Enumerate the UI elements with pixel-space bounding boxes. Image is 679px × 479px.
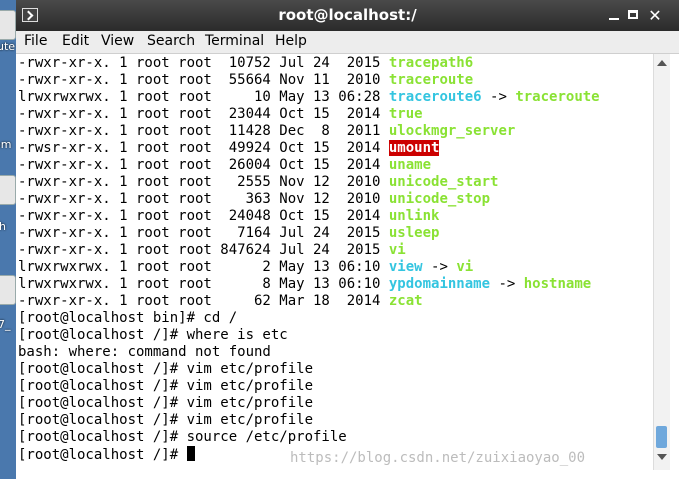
symlink-target: vi: [456, 259, 474, 275]
file-metadata: -rwxr-xr-x. 1 root root 363 Nov 12 2010: [18, 191, 389, 207]
trash-icon[interactable]: [0, 175, 16, 205]
desktop-strip: ute om h 7_: [0, 0, 16, 479]
close-button[interactable]: ✕: [646, 7, 664, 24]
command-line: [root@localhost /]# vim etc/profile: [18, 378, 314, 394]
symlink-target: hostname: [523, 276, 592, 292]
file-metadata: -rwxr-xr-x. 1 root root 11428 Dec 8 2011: [18, 123, 389, 139]
file-name: usleep: [388, 225, 440, 241]
listing-row: -rwxr-xr-x. 1 root root 62 Mar 18 2014 z…: [18, 293, 423, 310]
file-metadata: -rwxr-xr-x. 1 root root 10752 Jul 24 201…: [18, 55, 389, 71]
terminal-window: root@localhost:/ ✕ File Edit View Search…: [16, 0, 679, 479]
desktop-label: ute: [0, 40, 16, 53]
listing-row: -rwxr-xr-x. 1 root root 847624 Jul 24 20…: [18, 242, 406, 259]
file-metadata: -rwxr-xr-x. 1 root root 23044 Oct 15 201…: [18, 106, 389, 122]
file-metadata: -rwxr-xr-x. 1 root root 2555 Nov 12 2010: [18, 174, 389, 190]
listing-row: lrwxrwxrwx. 1 root root 8 May 13 06:10 y…: [18, 276, 591, 293]
title-bar[interactable]: root@localhost:/ ✕: [16, 0, 679, 31]
symlink-arrow: ->: [490, 276, 524, 292]
file-metadata: lrwxrwxrwx. 1 root root 10 May 13 06:28: [18, 89, 389, 105]
file-name: uname: [388, 157, 432, 173]
menu-bar: File Edit View Search Terminal Help: [16, 31, 679, 54]
scrollbar-thumb[interactable]: [656, 426, 667, 448]
maximize-button[interactable]: [625, 7, 643, 24]
command-line: [root@localhost /]# vim etc/profile: [18, 361, 314, 377]
menu-help[interactable]: Help: [275, 33, 307, 49]
file-name: tracepath6: [388, 55, 474, 71]
file-name: unlink: [388, 208, 440, 224]
listing-row: -rwsr-xr-x. 1 root root 49924 Oct 15 201…: [18, 140, 440, 157]
prompt: [root@localhost /]#: [18, 447, 187, 463]
file-metadata: -rwxr-xr-x. 1 root root 7164 Jul 24 2015: [18, 225, 389, 241]
file-name: zcat: [388, 293, 423, 309]
file-metadata: lrwxrwxrwx. 1 root root 8 May 13 06:10: [18, 276, 389, 292]
listing-row: lrwxrwxrwx. 1 root root 10 May 13 06:28 …: [18, 89, 600, 106]
menu-edit[interactable]: Edit: [62, 33, 89, 49]
menu-search[interactable]: Search: [147, 33, 195, 49]
file-name: true: [388, 106, 423, 122]
text-cursor: [186, 446, 195, 461]
symlink-target: traceroute: [515, 89, 600, 105]
symlink-arrow: ->: [481, 89, 516, 105]
file-name: unicode_stop: [388, 191, 491, 207]
listing-row: lrwxrwxrwx. 1 root root 2 May 13 06:10 v…: [18, 259, 473, 276]
file-metadata: -rwxr-xr-x. 1 root root 55664 Nov 11 201…: [18, 72, 389, 88]
desktop-label: om: [0, 138, 12, 151]
file-name: ypdomainname: [388, 276, 491, 292]
file-name: unicode_start: [388, 174, 499, 190]
command-line: [root@localhost /]# vim etc/profile: [18, 412, 314, 428]
file-metadata: lrwxrwxrwx. 1 root root 2 May 13 06:10: [18, 259, 389, 275]
file-name: view: [388, 259, 423, 275]
file-metadata: -rwxr-xr-x. 1 root root 24048 Oct 15 201…: [18, 208, 389, 224]
file-name: traceroute6: [388, 89, 482, 105]
command-line: bash: where: command not found: [18, 344, 271, 360]
listing-row: -rwxr-xr-x. 1 root root 24048 Oct 15 201…: [18, 208, 439, 225]
file-name: ulockmgr_server: [388, 123, 516, 139]
desktop-label: h: [0, 220, 6, 233]
menu-terminal[interactable]: Terminal: [205, 33, 264, 49]
listing-row: -rwxr-xr-x. 1 root root 11428 Dec 8 2011…: [18, 123, 515, 140]
dvd-icon[interactable]: [0, 275, 16, 305]
command-line: [root@localhost /]# where is etc: [18, 327, 288, 343]
listing-row: -rwxr-xr-x. 1 root root 7164 Jul 24 2015…: [18, 225, 439, 242]
desktop-label: 7_: [0, 318, 11, 331]
watermark: https://blog.csdn.net/zuixiaoyao_00: [290, 450, 586, 466]
listing-row: -rwxr-xr-x. 1 root root 55664 Nov 11 201…: [18, 72, 473, 89]
prompt-line[interactable]: [root@localhost /]#: [18, 446, 195, 463]
command-line: [root@localhost /]# vim etc/profile: [18, 395, 314, 411]
file-metadata: -rwsr-xr-x. 1 root root 49924 Oct 15 201…: [18, 140, 389, 156]
listing-row: -rwxr-xr-x. 1 root root 23044 Oct 15 201…: [18, 106, 423, 123]
command-line: [root@localhost bin]# cd /: [18, 310, 238, 326]
vertical-scrollbar[interactable]: [653, 54, 670, 470]
scroll-up-arrow-icon[interactable]: [657, 60, 667, 66]
symlink-arrow: ->: [422, 259, 457, 275]
file-name: vi: [388, 242, 406, 258]
file-metadata: -rwxr-xr-x. 1 root root 847624 Jul 24 20…: [18, 242, 389, 258]
listing-row: -rwxr-xr-x. 1 root root 26004 Oct 15 201…: [18, 157, 431, 174]
listing-row: -rwxr-xr-x. 1 root root 10752 Jul 24 201…: [18, 55, 473, 72]
terminal-output[interactable]: -rwxr-xr-x. 1 root root 10752 Jul 24 201…: [16, 54, 653, 470]
window-title: root@localhost:/: [278, 6, 417, 24]
desktop-file-icon[interactable]: [0, 10, 16, 40]
file-metadata: -rwxr-xr-x. 1 root root 62 Mar 18 2014: [18, 293, 389, 309]
menu-view[interactable]: View: [101, 33, 134, 49]
file-metadata: -rwxr-xr-x. 1 root root 26004 Oct 15 201…: [18, 157, 389, 173]
file-name: traceroute: [388, 72, 474, 88]
listing-row: -rwxr-xr-x. 1 root root 2555 Nov 12 2010…: [18, 174, 498, 191]
command-line: [root@localhost /]# source /etc/profile: [18, 429, 347, 445]
menu-file[interactable]: File: [24, 33, 47, 49]
file-name: umount: [388, 140, 440, 156]
listing-row: -rwxr-xr-x. 1 root root 363 Nov 12 2010 …: [18, 191, 490, 208]
scroll-down-arrow-icon[interactable]: [657, 454, 667, 460]
minimize-button[interactable]: [605, 7, 623, 24]
